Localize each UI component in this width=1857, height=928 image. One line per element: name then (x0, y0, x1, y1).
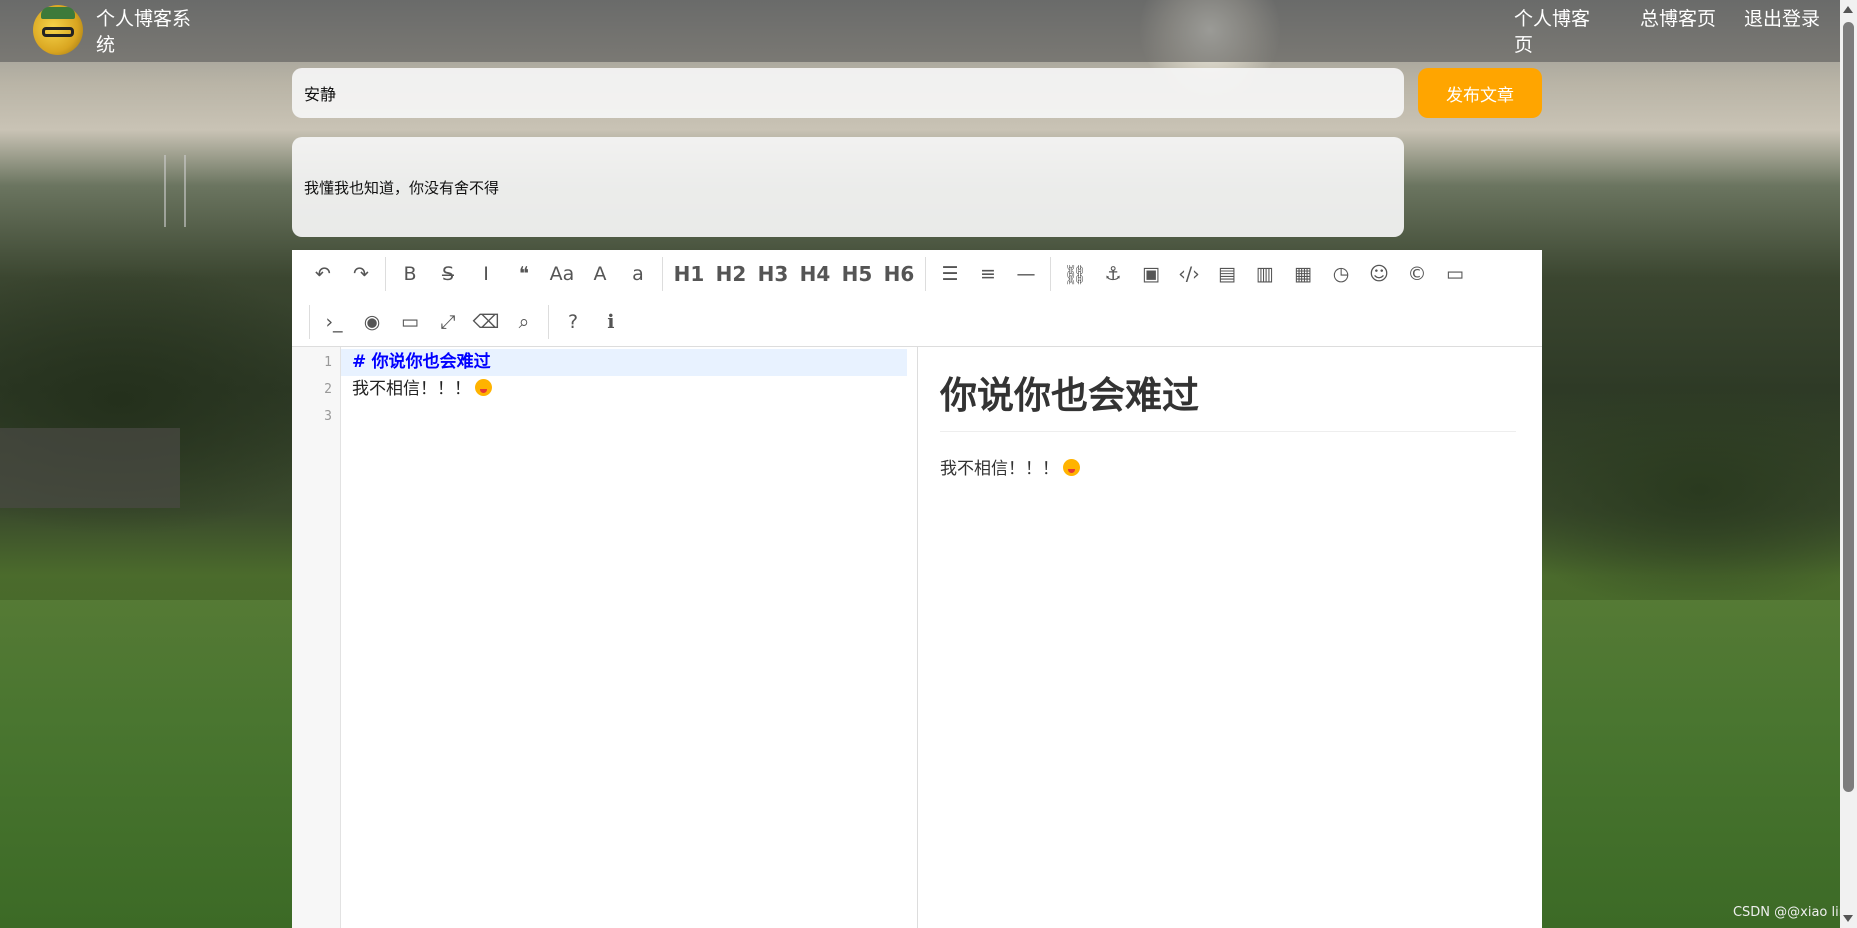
scrollbar-thumb[interactable] (1843, 22, 1854, 792)
site-brand: 个人博客系统 (96, 8, 192, 56)
redo-icon[interactable]: ↷ (342, 256, 380, 292)
article-summary-field[interactable]: 我懂我也知道，你没有舍不得 (292, 137, 1404, 237)
tongue-emoji-icon (475, 379, 492, 396)
line-number: 2 (324, 382, 332, 397)
heading-text: 你说你也会难过 (371, 352, 491, 372)
eraser-icon[interactable]: ⌫ (467, 304, 505, 340)
preview-pane: 你说你也会难过 我不相信！！！ (918, 347, 1542, 928)
code-line-1[interactable]: # 你说你也会难过 (341, 349, 907, 376)
table-icon[interactable]: ▦ (1284, 256, 1322, 292)
editor-toolbar: ↶ ↷ B S̶ I ❝ Aa Aa H1 H2 H3 H4 H5 H6 ☰ ≡ — ⛓ ⚓ ▣ ‹/› ▤ ▥ ▦ ◷ ☺ © ▭ … (292, 250, 1542, 347)
toolbar-separator (662, 257, 663, 291)
watermark: CSDN @@xiao lin (1732, 905, 1847, 920)
power-pylon (164, 155, 186, 227)
avatar-logo-icon (33, 5, 83, 55)
markdown-editor: ↶ ↷ B S̶ I ❝ Aa Aa H1 H2 H3 H4 H5 H6 ☰ ≡ — ⛓ ⚓ ▣ ‹/› ▤ ▥ ▦ ◷ ☺ © ▭ … (292, 250, 1542, 928)
strikethrough-icon[interactable]: S̶ (429, 256, 467, 292)
nav-link-personal-blog[interactable]: 个人博客页 (1514, 6, 1604, 58)
bold-icon[interactable]: B (391, 256, 429, 292)
article-title-input[interactable] (292, 68, 1404, 118)
toolbar-separator (1050, 257, 1051, 291)
nav-link-logout[interactable]: 退出登录 (1744, 6, 1834, 32)
code-icon[interactable]: ‹/› (1170, 256, 1208, 292)
datetime-icon[interactable]: ◷ (1322, 256, 1360, 292)
html-entities-icon[interactable]: © (1398, 256, 1436, 292)
code-block-icon[interactable]: ▤ (1208, 256, 1246, 292)
info-icon[interactable]: ℹ (592, 304, 630, 340)
toolbar-separator (309, 305, 310, 339)
terminal-icon[interactable]: ›_ (315, 304, 353, 340)
h5-icon[interactable]: H5 (836, 256, 878, 292)
link-icon[interactable]: ⛓ (1056, 256, 1094, 292)
unordered-list-icon[interactable]: ☰ (931, 256, 969, 292)
lowercase-icon[interactable]: a (619, 256, 657, 292)
preview-paragraph: 我不相信！！！ (940, 454, 1080, 479)
font-a-icon[interactable]: A (581, 256, 619, 292)
publish-button[interactable]: 发布文章 (1418, 68, 1542, 118)
line-number: 3 (324, 409, 332, 424)
toolbar-row-2: ›_ ◉ ▭ ⤢ ⌫ ⌕? ℹ (304, 302, 630, 342)
line-text: 我不相信！！！ (352, 379, 471, 399)
line-number: 1 (324, 355, 332, 370)
italic-icon[interactable]: I (467, 256, 505, 292)
image-icon[interactable]: ▣ (1132, 256, 1170, 292)
preview-heading: 你说你也会难过 (940, 365, 1516, 432)
line-gutter: 1 2 3 (292, 347, 341, 928)
quote-icon[interactable]: ❝ (505, 256, 543, 292)
top-nav: 个人博客系统 个人博客页 总博客页 退出登录 (0, 0, 1857, 62)
code-line-2[interactable]: 我不相信！！！ (352, 376, 492, 403)
page-scrollbar[interactable] (1840, 0, 1857, 928)
uppercase-icon[interactable]: Aa (543, 256, 581, 292)
search-icon[interactable]: ⌕ (505, 304, 543, 340)
h1-icon[interactable]: H1 (668, 256, 710, 292)
nav-link-all-blogs[interactable]: 总博客页 (1640, 6, 1730, 32)
code-pane[interactable]: 1 2 3 # 你说你也会难过 我不相信！！！ (292, 347, 918, 928)
scroll-down-icon[interactable] (1843, 915, 1853, 922)
preview-icon[interactable]: ▭ (391, 304, 429, 340)
watch-toggle-icon[interactable]: ◉ (353, 304, 391, 340)
background-house (0, 428, 180, 508)
ordered-list-icon[interactable]: ≡ (969, 256, 1007, 292)
help-icon[interactable]: ? (554, 304, 592, 340)
anchor-icon[interactable]: ⚓ (1094, 256, 1132, 292)
h4-icon[interactable]: H4 (794, 256, 836, 292)
tongue-emoji-icon (1063, 459, 1080, 476)
emoji-icon[interactable]: ☺ (1360, 256, 1398, 292)
toolbar-separator (385, 257, 386, 291)
h2-icon[interactable]: H2 (710, 256, 752, 292)
h3-icon[interactable]: H3 (752, 256, 794, 292)
fullscreen-icon[interactable]: ⤢ (429, 304, 467, 340)
toolbar-separator (925, 257, 926, 291)
undo-icon[interactable]: ↶ (304, 256, 342, 292)
preview-paragraph-text: 我不相信！！！ (940, 459, 1059, 479)
h6-icon[interactable]: H6 (878, 256, 920, 292)
pagebreak-icon[interactable]: ▭ (1436, 256, 1474, 292)
summary-text: 我懂我也知道，你没有舍不得 (304, 178, 500, 197)
scroll-up-icon[interactable] (1843, 6, 1853, 13)
horizontal-rule-icon[interactable]: — (1007, 256, 1045, 292)
toolbar-separator (548, 305, 549, 339)
preformatted-icon[interactable]: ▥ (1246, 256, 1284, 292)
heading-marker: # (352, 352, 367, 372)
toolbar-row-1: ↶ ↷ B S̶ I ❝ Aa Aa H1 H2 H3 H4 H5 H6 ☰ ≡ — ⛓ ⚓ ▣ ‹/› ▤ ▥ ▦ ◷ ☺ © ▭ (304, 254, 1474, 294)
